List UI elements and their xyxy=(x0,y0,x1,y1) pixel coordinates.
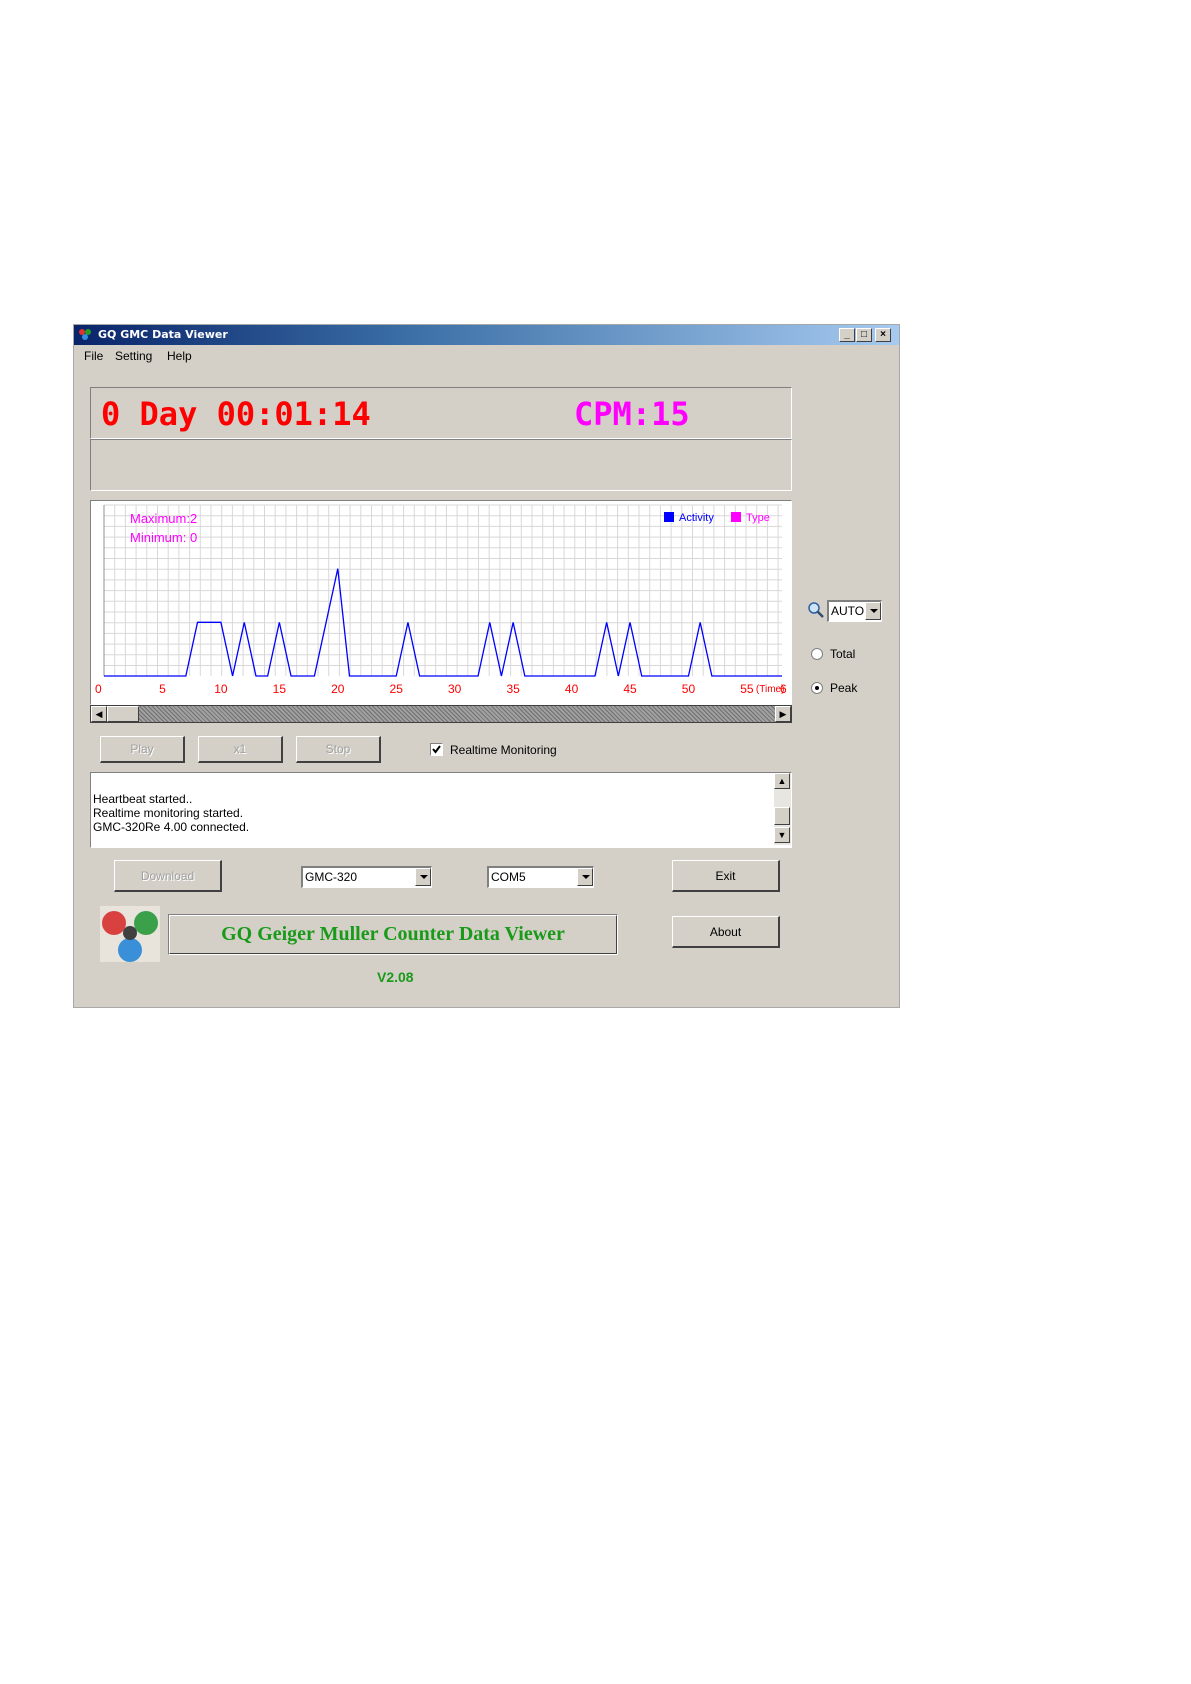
menu-setting[interactable]: Setting xyxy=(115,349,152,363)
speed-button[interactable]: x1 xyxy=(198,736,283,763)
chevron-down-icon[interactable] xyxy=(415,868,431,886)
x-tick-label: 30 xyxy=(448,682,462,696)
port-value: COM5 xyxy=(491,870,526,884)
minimize-button[interactable]: _ xyxy=(839,328,855,342)
radiation-logo-icon xyxy=(102,911,158,962)
scroll-down-icon[interactable]: ▼ xyxy=(774,827,790,843)
port-select[interactable]: COM5 xyxy=(487,866,594,888)
activity-chart: 0 5 10 15 20 25 30 35 40 45 50 55 (Time)6Maximum:2Mi… xyxy=(95,504,787,696)
chart-scrollbar[interactable]: ◀ ▶ xyxy=(90,705,792,723)
zoom-value: AUTO xyxy=(831,604,865,618)
legend-label: Activity xyxy=(679,512,714,524)
scroll-up-icon[interactable]: ▲ xyxy=(774,773,790,789)
play-button[interactable]: Play xyxy=(100,736,185,763)
realtime-checkbox[interactable] xyxy=(430,743,443,756)
legend-swatch xyxy=(664,512,674,522)
app-logo xyxy=(100,906,160,962)
log-line: Realtime monitoring started. xyxy=(93,806,244,820)
log-line: GMC-320Re 4.00 connected. xyxy=(93,820,250,834)
zoom-select[interactable]: AUTO xyxy=(827,600,882,622)
x-tick-label: 6 xyxy=(780,682,787,696)
status-panel xyxy=(90,439,792,491)
x-tick-label: 50 xyxy=(682,682,696,696)
window-title: GQ GMC Data Viewer xyxy=(98,328,228,341)
app-banner-title: GQ Geiger Muller Counter Data Viewer xyxy=(169,915,617,954)
x-tick-label: 45 xyxy=(623,682,637,696)
chevron-down-icon[interactable] xyxy=(577,868,593,886)
stop-button[interactable]: Stop xyxy=(296,736,381,763)
menu-help[interactable]: Help xyxy=(167,349,192,363)
maximize-icon: □ xyxy=(860,329,868,340)
log-text: Heartbeat started.. Realtime monitoring … xyxy=(93,792,249,834)
legend-swatch xyxy=(731,512,741,522)
elapsed-time: 0 Day 00:01:14 xyxy=(101,395,371,433)
x-tick-label: 20 xyxy=(331,682,345,696)
close-icon: × xyxy=(880,329,886,340)
x-tick-label: 15 xyxy=(273,682,287,696)
cpm-readout: CPM:15 xyxy=(574,395,690,433)
x-tick-label: 25 xyxy=(390,682,404,696)
log-line: Heartbeat started.. xyxy=(93,792,193,806)
total-label: Total xyxy=(830,647,856,661)
banner-panel: GQ Geiger Muller Counter Data Viewer xyxy=(168,914,618,955)
maximum-annotation: Maximum:2 xyxy=(130,511,197,526)
close-button[interactable]: × xyxy=(875,328,891,342)
about-button[interactable]: About xyxy=(672,916,780,948)
maximize-button[interactable]: □ xyxy=(856,328,872,342)
display-panel: 0 Day 00:01:14 CPM:15 xyxy=(90,387,792,439)
app-window: GQ GMC Data Viewer _ □ × File Setting He… xyxy=(73,324,900,1008)
legend-label: Type xyxy=(746,512,770,524)
x-tick-label: 5 xyxy=(159,682,166,696)
peak-radio[interactable] xyxy=(811,682,823,694)
x-tick-label: 0 xyxy=(95,682,102,696)
x-tick-label: 40 xyxy=(565,682,579,696)
checkmark-icon xyxy=(432,745,441,754)
peak-label: Peak xyxy=(830,681,858,695)
download-button[interactable]: Download xyxy=(114,860,222,892)
menu-file[interactable]: File xyxy=(84,349,103,363)
app-logo-icon xyxy=(79,329,92,341)
chevron-down-icon[interactable] xyxy=(865,602,881,620)
exit-button[interactable]: Exit xyxy=(672,860,780,892)
model-select[interactable]: GMC-320 xyxy=(301,866,432,888)
realtime-label: Realtime Monitoring xyxy=(450,743,557,757)
version-label: V2.08 xyxy=(377,969,414,985)
minimum-annotation: Minimum: 0 xyxy=(130,530,197,545)
x-tick-label: 35 xyxy=(506,682,520,696)
model-value: GMC-320 xyxy=(305,870,358,884)
log-box[interactable]: Heartbeat started.. Realtime monitoring … xyxy=(90,772,792,848)
minimize-icon: _ xyxy=(844,329,850,340)
total-radio[interactable] xyxy=(811,648,823,660)
scroll-thumb[interactable] xyxy=(107,706,139,722)
chart-panel: 0 5 10 15 20 25 30 35 40 45 50 55 (Time) 6 Maximum:2 Mi… xyxy=(90,500,792,705)
x-tick-label: 55 xyxy=(740,682,754,696)
log-scroll-thumb[interactable] xyxy=(774,807,790,825)
magnifier-icon xyxy=(808,602,824,618)
scroll-left-icon[interactable]: ◀ xyxy=(91,706,107,722)
log-scrollbar[interactable]: ▲ ▼ xyxy=(774,773,791,845)
x-tick-label: 10 xyxy=(214,682,228,696)
scroll-right-icon[interactable]: ▶ xyxy=(775,706,791,722)
title-bar[interactable]: GQ GMC Data Viewer _ □ × xyxy=(74,325,899,345)
